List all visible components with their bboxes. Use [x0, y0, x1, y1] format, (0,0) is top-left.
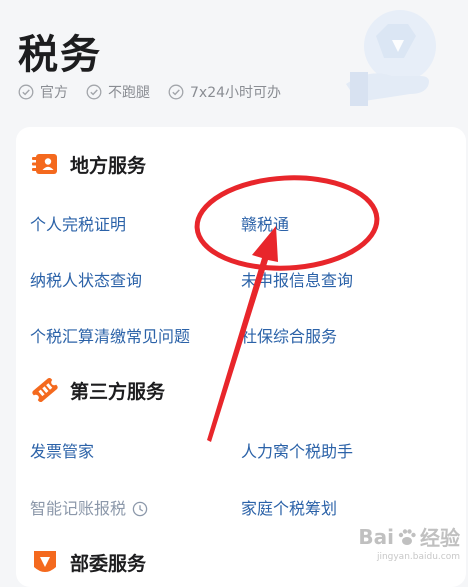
service-undeclared-info-query[interactable]: 未申报信息查询 — [241, 267, 353, 291]
section-local-header: 地方服务 — [30, 149, 146, 179]
service-ganshuitong[interactable]: 赣税通 — [241, 211, 289, 235]
service-label: 智能记账报税 — [30, 499, 127, 518]
service-annual-settlement-faq[interactable]: 个税汇算清缴常见问题 — [30, 323, 190, 347]
service-family-tax-planning[interactable]: 家庭个税筹划 — [241, 495, 337, 519]
watermark-logo: Bai 经验 — [358, 522, 460, 551]
section-ministry-header: 部委服务 — [30, 547, 146, 577]
watermark-url: jingyan.baidu.com — [376, 552, 460, 562]
watermark-brand-left: Bai — [358, 524, 394, 549]
service-social-security[interactable]: 社保综合服务 — [241, 323, 337, 347]
clock-icon — [132, 501, 148, 517]
badge-no-running: 不跑腿 — [86, 82, 150, 102]
service-invoice-manager[interactable]: 发票管家 — [30, 438, 94, 462]
badge-24-7: 7x24小时可办 — [168, 82, 281, 102]
badge-shield-icon — [34, 551, 56, 572]
ticket-icon — [32, 377, 58, 403]
service-badges: 官方 不跑腿 7x24小时可办 — [18, 82, 281, 102]
badge-label: 官方 — [40, 85, 68, 101]
service-smart-bookkeeping[interactable]: 智能记账报税 — [30, 495, 148, 519]
check-circle-icon — [18, 84, 34, 100]
badge-label: 不跑腿 — [108, 85, 150, 101]
hand-document-illustration-icon — [346, 10, 436, 106]
service-personal-tax-certificate[interactable]: 个人完税证明 — [30, 211, 126, 235]
section-third-party-header: 第三方服务 — [30, 375, 165, 405]
section-title: 第三方服务 — [70, 380, 166, 403]
section-title: 地方服务 — [70, 154, 147, 177]
watermark-brand-right: 经验 — [420, 526, 460, 550]
check-circle-icon — [86, 84, 102, 100]
section-title: 部委服务 — [70, 552, 147, 575]
badge-label: 7x24小时可办 — [190, 85, 282, 101]
service-hr-tax-assistant[interactable]: 人力窝个税助手 — [241, 438, 353, 462]
service-taxpayer-status-query[interactable]: 纳税人状态查询 — [30, 267, 142, 291]
paw-icon — [398, 528, 416, 545]
page-header: 税务 官方 不跑腿 7x24小时可办 — [0, 0, 468, 130]
watermark: Bai 经验 jingyan.baidu.com — [358, 522, 460, 563]
services-card: 地方服务 个人完税证明 赣税通 纳税人状态查询 未申报信息查询 个税汇算清缴常见… — [16, 127, 466, 587]
page-title: 税务 — [18, 32, 102, 78]
check-circle-icon — [168, 84, 184, 100]
id-card-icon — [32, 154, 57, 174]
badge-official: 官方 — [18, 82, 68, 102]
